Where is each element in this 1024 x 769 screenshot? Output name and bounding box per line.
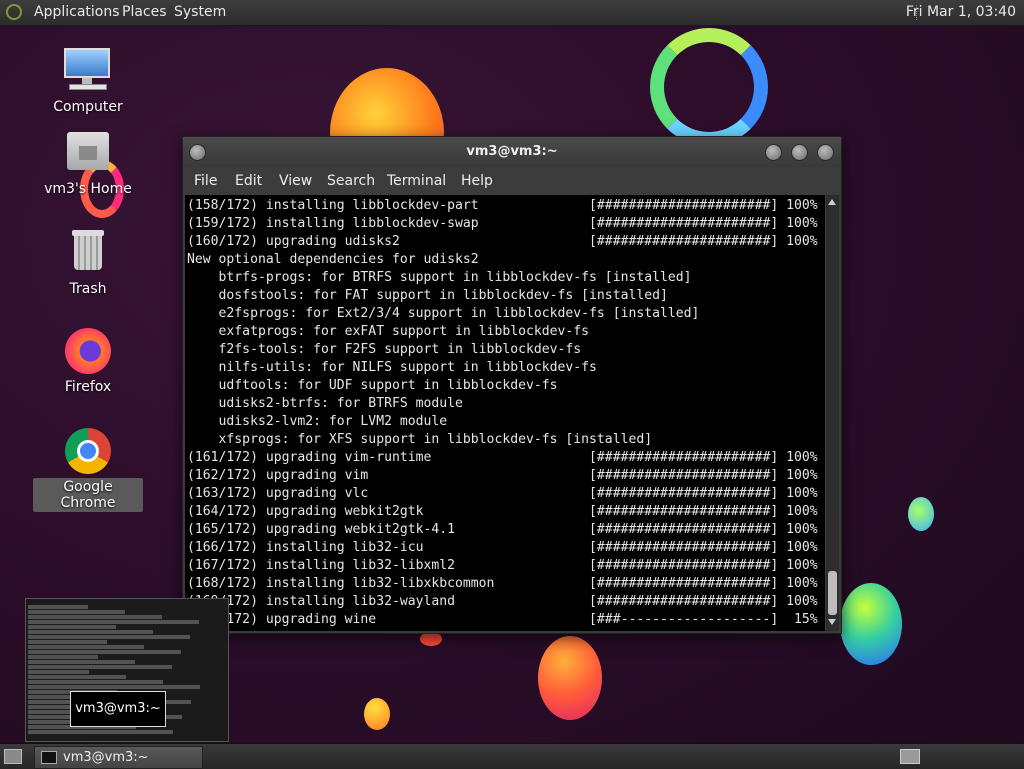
preview-line [28,635,190,639]
clock[interactable]: Fri Mar 1, 03:40 [906,0,1016,25]
computer-icon [63,46,113,96]
distro-logo-icon[interactable] [6,4,22,20]
terminal-output[interactable]: (158/172) installing libblockdev-part [#… [185,195,825,631]
terminal-line: (170/172) upgrading wine [###-----------… [187,612,818,627]
preview-line [28,615,162,619]
wallpaper-red-dot [420,632,442,646]
window-preview-tooltip: vm3@vm3:~ [70,691,166,727]
terminal-line: dosfstools: for FAT support in libblockd… [187,288,668,303]
home-folder-icon [63,128,113,178]
preview-line [28,670,89,674]
terminal-line: nilfs-utils: for NILFS support in libblo… [187,360,597,375]
preview-line [28,620,199,624]
menu-edit[interactable]: Edit [235,167,262,195]
terminal-line: (163/172) upgrading vlc [###############… [187,486,818,501]
preview-line [28,685,200,689]
preview-line [28,645,144,649]
terminal-line: btrfs-progs: for BTRFS support in libblo… [187,270,692,285]
preview-line [28,610,125,614]
system-menu[interactable]: System [174,0,226,25]
terminal-line: (165/172) upgrading webkit2gtk-4.1 [####… [187,522,818,537]
desktop-icon-label: Trash [69,281,107,297]
scrollbar-thumb[interactable] [828,571,837,615]
bottom-panel: vm3@vm3:~ [0,743,1024,769]
scroll-down-arrow-icon[interactable] [828,619,836,625]
wallpaper-pink-blob [538,636,602,720]
desktop-icon-firefox[interactable]: Firefox [33,326,143,396]
terminal-line: (160/172) upgrading udisks2 [###########… [187,234,818,249]
wallpaper-teal-dot [908,497,934,531]
preview-line [28,640,107,644]
terminal-line: New optional dependencies for udisks2 [187,252,479,267]
terminal-icon [41,751,57,764]
menu-help[interactable]: Help [461,167,493,195]
terminal-line: (168/172) installing lib32-libxkbcommon … [187,576,818,591]
terminal-line: (158/172) installing libblockdev-part [#… [187,198,818,213]
preview-line [28,730,173,734]
terminal-window[interactable]: vm3@vm3:~ File Edit View Search Terminal… [182,136,842,634]
terminal-line: (167/172) installing lib32-libxml2 [####… [187,558,818,573]
minimize-button[interactable] [765,144,782,161]
firefox-icon [63,326,113,376]
desktop-icon-label: Firefox [64,379,112,395]
terminal-line: (169/172) installing lib32-wayland [####… [187,594,818,609]
menu-terminal[interactable]: Terminal [387,167,446,195]
desktop-icon-label: Google Chrome [33,478,143,512]
applications-menu[interactable]: Applications [34,0,120,25]
window-title: vm3@vm3:~ [466,144,558,159]
terminal-menubar: File Edit View Search Terminal Help [183,167,841,195]
show-desktop-icon[interactable] [4,749,22,764]
top-panel: Applications Places System Fri Mar 1, 03… [0,0,1024,26]
terminal-line: (166/172) installing lib32-icu [########… [187,540,818,555]
trash-icon [63,228,113,278]
desktop-icon-label: vm3's Home [44,181,132,197]
menu-search[interactable]: Search [327,167,375,195]
places-menu[interactable]: Places [122,0,167,25]
maximize-button[interactable] [791,144,808,161]
taskbar-item-terminal[interactable]: vm3@vm3:~ [34,746,203,769]
terminal-line: f2fs-tools: for F2FS support in libblock… [187,342,582,357]
terminal-line: (159/172) installing libblockdev-swap [#… [187,216,818,231]
taskbar-item-label: vm3@vm3:~ [63,750,149,765]
desktop-icon-chrome[interactable]: Google Chrome [33,426,143,512]
close-button[interactable] [817,144,834,161]
terminal-line: (162/172) upgrading vim [###############… [187,468,818,483]
preview-line [28,665,172,669]
preview-line [28,650,181,654]
terminal-line: udisks2-btrfs: for BTRFS module [187,396,463,411]
terminal-line: (161/172) upgrading vim-runtime [#######… [187,450,818,465]
wallpaper-ring [650,28,768,146]
terminal-line: exfatprogs: for exFAT support in libbloc… [187,324,590,339]
scroll-up-arrow-icon[interactable] [828,199,836,205]
window-menu-button[interactable] [189,144,206,161]
preview-line [28,630,153,634]
wallpaper-yellow-dot [364,698,390,730]
terminal-line: (164/172) upgrading webkit2gtk [########… [187,504,818,519]
desktop-icon-home[interactable]: vm3's Home [33,128,143,198]
preview-line [28,660,135,664]
preview-line [28,675,126,679]
preview-line [28,625,116,629]
desktop-icon-label: Computer [53,99,123,115]
menu-file[interactable]: File [194,167,217,195]
desktop-icon-computer[interactable]: Computer [33,46,143,116]
preview-line [28,680,163,684]
terminal-line: udftools: for UDF support in libblockdev… [187,378,558,393]
terminal-scrollbar[interactable] [826,195,839,631]
wallpaper-blue-blob [840,583,902,665]
preview-line [28,605,88,609]
terminal-line: xfsprogs: for XFS support in libblockdev… [187,432,653,447]
terminal-titlebar[interactable]: vm3@vm3:~ [183,137,841,167]
terminal-line: udisks2-lvm2: for LVM2 module [187,414,448,429]
workspace-switcher[interactable] [900,749,920,764]
terminal-line: e2fsprogs: for Ext2/3/4 support in libbl… [187,306,700,321]
preview-line [28,655,98,659]
desktop-icon-trash[interactable]: Trash [33,228,143,298]
menu-view[interactable]: View [279,167,312,195]
chrome-icon [63,426,113,476]
